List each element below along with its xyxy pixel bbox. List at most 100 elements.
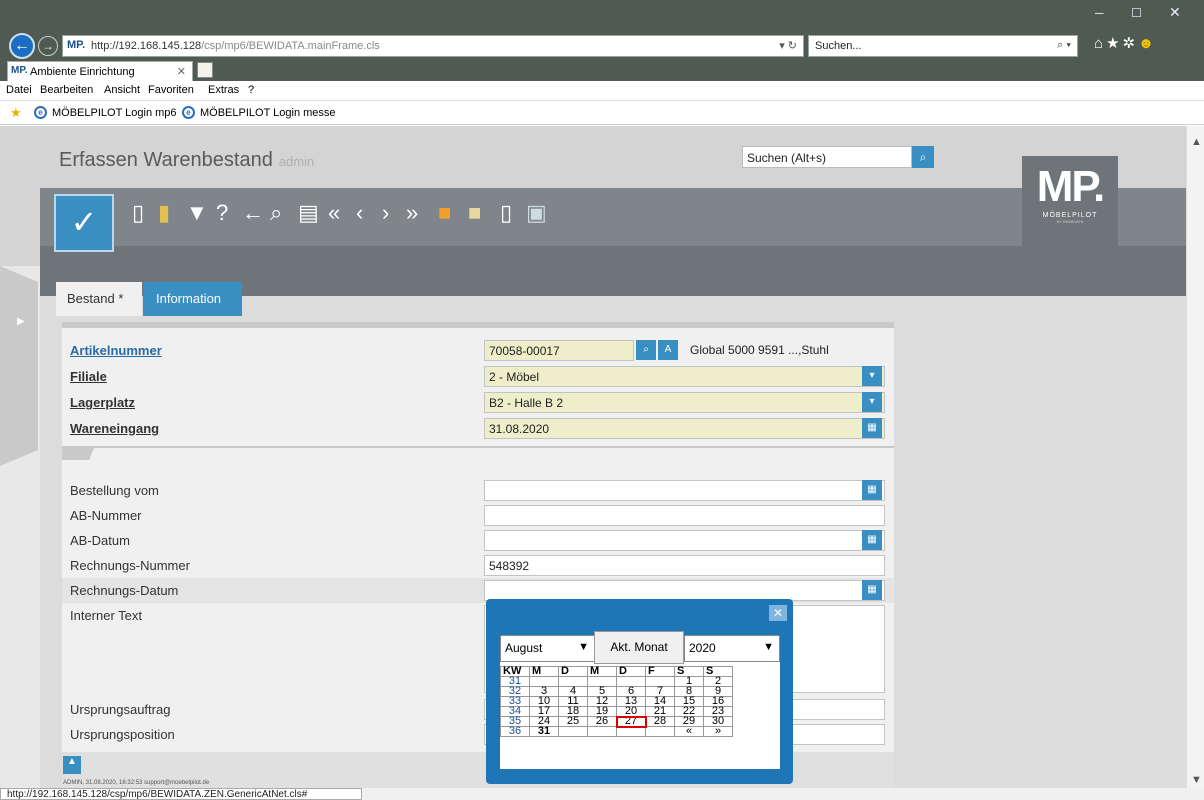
address-bar[interactable]: MP. http://192.168.145.128/csp/mp6/BEWID… <box>62 35 804 57</box>
new-document-icon[interactable]: ▯ <box>132 200 144 226</box>
open-folder-icon[interactable]: ▮ <box>158 200 170 226</box>
day-cell <box>558 726 588 737</box>
header-mon: M <box>529 666 559 677</box>
search-icon[interactable]: ⌕ ▾ <box>1057 39 1071 52</box>
chevron-down-icon: ▼ <box>578 641 589 653</box>
day-cell-selected[interactable]: 31 <box>529 726 559 737</box>
ab-datum-field[interactable] <box>484 530 885 551</box>
expand-arrow-icon[interactable]: ▶ <box>17 316 25 327</box>
app-search-input[interactable]: Suchen (Alt+s) <box>742 146 912 168</box>
calendar-icon[interactable]: ▦ <box>862 580 882 600</box>
menu-datei[interactable]: Datei <box>6 84 32 96</box>
tab-title: Ambiente Einrichtung <box>30 66 135 78</box>
tab-close-icon[interactable]: ✕ <box>177 65 186 78</box>
browser-tab[interactable]: MP. Ambiente Einrichtung ✕ <box>7 61 193 82</box>
print-icon[interactable]: ▤ <box>298 200 319 226</box>
ie-page-icon: e <box>182 106 195 119</box>
app-search-icon[interactable]: ⌕ <box>912 146 934 168</box>
maximize-icon[interactable]: ☐ <box>1131 6 1142 20</box>
menu-ansicht[interactable]: Ansicht <box>104 84 140 96</box>
next-month-button[interactable]: » <box>703 726 733 737</box>
favorite-link-mp6[interactable]: MÖBELPILOT Login mp6 <box>52 107 177 119</box>
star-icon[interactable]: ★ <box>1106 35 1122 52</box>
lagerplatz-label: Lagerplatz <box>70 395 136 410</box>
left-collapse-panel[interactable]: ▶ <box>0 266 40 788</box>
last-record-icon[interactable]: » <box>406 200 418 226</box>
boxes-icon[interactable]: ■ <box>438 200 451 226</box>
refresh-icon[interactable]: ▾ ↻ <box>779 39 797 52</box>
transfer-icon[interactable]: ■ <box>468 200 481 226</box>
translate-icon[interactable]: ▣ <box>526 200 547 226</box>
menu-bearbeiten[interactable]: Bearbeiten <box>40 84 93 96</box>
tab-bestand[interactable]: Bestand * <box>56 282 142 316</box>
first-record-icon[interactable]: « <box>328 200 340 226</box>
calendar-body: August ▼ Akt. Monat 2020 ▼ KW M D M D F S … <box>500 631 780 769</box>
artikel-a-button[interactable]: A <box>658 340 678 360</box>
previous-record-icon[interactable]: ‹ <box>356 200 363 226</box>
lagerplatz-select[interactable]: B2 - Halle B 2 <box>484 392 885 413</box>
ab-datum-label: AB-Datum <box>70 533 130 548</box>
save-check-button[interactable]: ✓ <box>54 194 114 252</box>
day-cell[interactable]: 28 <box>645 716 675 727</box>
minimize-icon[interactable]: ─ <box>1095 6 1104 20</box>
next-record-icon[interactable]: › <box>382 200 389 226</box>
url-text: http://192.168.145.128/csp/mp6/BEWIDATA.… <box>91 40 380 52</box>
chevron-down-icon[interactable]: ▾ <box>862 392 882 412</box>
ab-nummer-field[interactable] <box>484 505 885 526</box>
header-fri: F <box>645 666 675 677</box>
ursprungsauftrag-label: Ursprungsauftrag <box>70 702 171 717</box>
date-picker-popup: ✕ August ▼ Akt. Monat 2020 ▼ KW M D M D F … <box>486 599 793 784</box>
menu-extras[interactable]: Extras <box>208 84 239 96</box>
calendar-icon[interactable]: ▦ <box>862 418 882 438</box>
wareneingang-field[interactable]: 31.08.2020 <box>484 418 885 439</box>
artikel-search-icon[interactable]: ⌕ <box>636 340 656 360</box>
year-select[interactable]: 2020 ▼ <box>684 635 780 662</box>
home-icon[interactable]: ⌂ <box>1094 35 1106 52</box>
undo-icon[interactable]: ← <box>242 200 264 226</box>
rechnungs-nummer-field[interactable]: 548392 <box>484 555 885 576</box>
tab-information[interactable]: Information <box>143 282 242 316</box>
user-label: admin <box>278 154 315 169</box>
filiale-select[interactable]: 2 - Möbel <box>484 366 885 387</box>
month-select[interactable]: August ▼ <box>500 635 595 662</box>
calendar-icon[interactable]: ▦ <box>862 480 882 500</box>
help-icon[interactable]: ? <box>216 200 228 226</box>
scroll-up-arrow-icon[interactable]: ▲ <box>1191 136 1202 148</box>
favorite-link-messe[interactable]: MÖBELPILOT Login messe <box>200 107 336 119</box>
status-bar <box>362 788 1204 800</box>
smiley-icon[interactable]: ☻ <box>1138 35 1157 52</box>
gear-icon[interactable]: ✲ <box>1123 35 1139 52</box>
vertical-scrollbar[interactable]: ▲ ▼ <box>1186 126 1204 788</box>
hand-document-icon[interactable]: ▯ <box>500 200 512 226</box>
day-cell-highlighted[interactable]: 27 <box>615 715 647 728</box>
current-month-button[interactable]: Akt. Monat <box>594 631 684 664</box>
page-title: Erfassen Warenbestand admin <box>59 149 315 171</box>
wareneingang-label: Wareneingang <box>70 421 160 436</box>
rechnungs-datum-field[interactable] <box>484 580 885 601</box>
new-tab-button[interactable] <box>197 62 213 78</box>
day-cell[interactable]: 25 <box>558 716 588 727</box>
forward-button[interactable]: → <box>38 36 58 56</box>
favorites-star-icon[interactable]: ★ <box>10 105 22 121</box>
close-window-icon[interactable]: ✕ <box>1169 4 1181 21</box>
day-cell[interactable]: 26 <box>587 716 617 727</box>
browser-search-input[interactable]: Suchen... ⌕ ▾ <box>808 35 1078 57</box>
trash-icon[interactable]: ▼ <box>186 200 208 226</box>
scroll-down-arrow-icon[interactable]: ▼ <box>1191 774 1202 786</box>
scroll-up-icon[interactable]: ▲ <box>63 756 81 774</box>
back-button[interactable]: ← <box>9 33 35 59</box>
previous-month-button[interactable]: « <box>674 726 704 737</box>
day-cell <box>587 726 617 737</box>
day-cell <box>616 726 646 737</box>
chevron-down-icon[interactable]: ▾ <box>862 366 882 386</box>
menu-favoriten[interactable]: Favoriten <box>148 84 194 96</box>
zoom-icon[interactable]: ⌕ <box>270 200 282 226</box>
menu-help[interactable]: ? <box>248 84 254 96</box>
artikelnummer-label[interactable]: Artikelnummer <box>70 343 162 358</box>
collapse-section-icon[interactable] <box>62 448 94 460</box>
bestellung-field[interactable] <box>484 480 885 501</box>
filiale-label: Filiale <box>70 369 107 384</box>
close-icon[interactable]: ✕ <box>769 605 787 621</box>
calendar-icon[interactable]: ▦ <box>862 530 882 550</box>
artikelnummer-field[interactable]: 70058-00017 <box>484 340 634 361</box>
